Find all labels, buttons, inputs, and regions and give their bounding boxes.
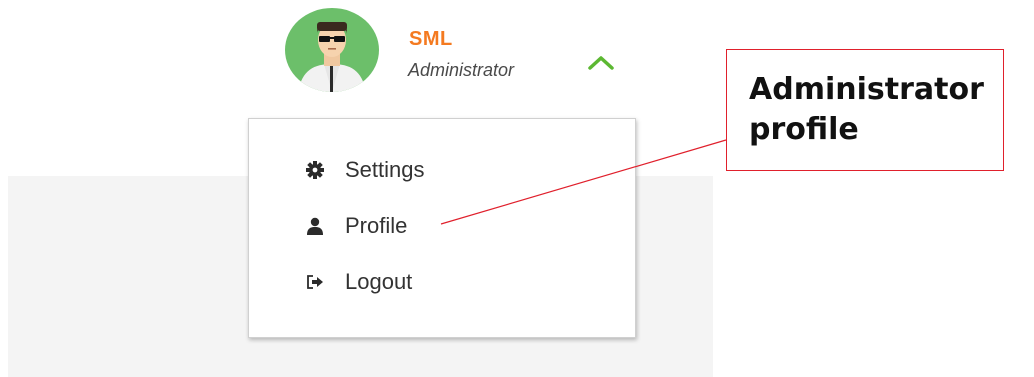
- chevron-up-icon[interactable]: [584, 52, 618, 74]
- annotation-text: Administrator profile: [749, 70, 984, 150]
- annotation-line-2: profile: [749, 112, 859, 147]
- user-name: SML: [409, 28, 453, 50]
- logout-icon: [307, 275, 323, 289]
- user-role: Administrator: [408, 60, 515, 80]
- menu-item-settings-label: Settings: [345, 157, 425, 182]
- menu-item-settings[interactable]: Settings: [305, 153, 425, 187]
- gear-icon: [306, 161, 324, 179]
- menu-item-profile[interactable]: Profile: [305, 209, 407, 243]
- screen: SML Administrator Settings Profile Logou…: [0, 0, 1034, 377]
- user-header[interactable]: SML Administrator: [284, 8, 624, 92]
- menu-item-logout[interactable]: Logout: [305, 265, 412, 299]
- annotation-callout: Administrator profile: [726, 49, 1004, 171]
- annotation-line-1: Administrator: [749, 72, 984, 107]
- menu-item-profile-label: Profile: [345, 213, 408, 238]
- user-dropdown-menu: Settings Profile Logout: [248, 118, 636, 338]
- user-avatar-icon[interactable]: [284, 8, 380, 92]
- menu-item-logout-label: Logout: [345, 269, 413, 294]
- user-icon: [307, 217, 323, 235]
